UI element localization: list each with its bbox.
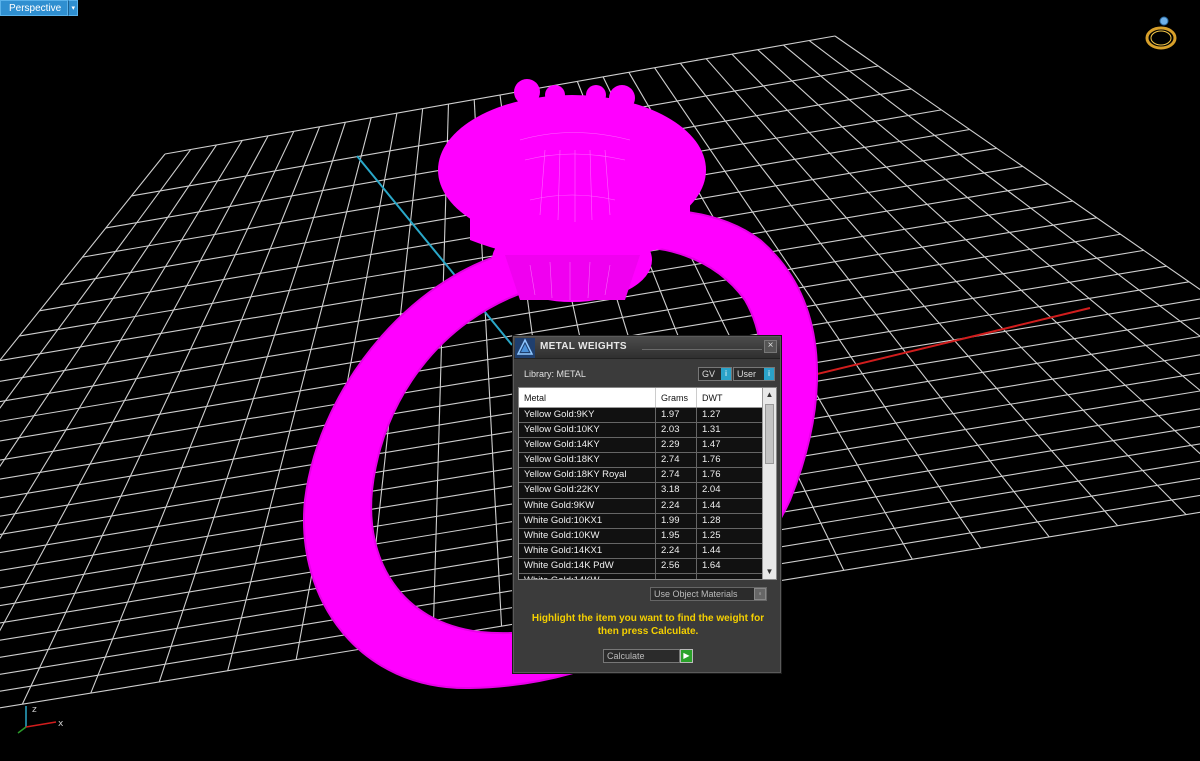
ring-icon[interactable] [1140, 12, 1182, 54]
grams-cell: 1.95 [656, 528, 697, 543]
scroll-thumb[interactable] [765, 404, 774, 464]
col-header-metal[interactable]: Metal [519, 388, 656, 407]
table-body: Yellow Gold:9KY 1.97 1.27 Yellow Gold:10KY 2… [519, 408, 763, 579]
dwt-cell: 1.25 [697, 528, 763, 543]
metal-cell: White Gold:9KW [519, 498, 656, 513]
table-row[interactable]: White Gold:9KW 2.24 1.44 [519, 498, 763, 514]
instruction-text: Highlight the item you want to find the … [531, 613, 765, 637]
table-row[interactable]: Yellow Gold:9KY 1.97 1.27 [519, 408, 763, 424]
scroll-down-icon[interactable]: ▼ [763, 565, 776, 579]
col-header-dwt[interactable]: DWT [697, 388, 763, 407]
metal-cell: Yellow Gold:22KY [519, 483, 656, 498]
use-object-materials-field[interactable]: Use Object Materials [650, 587, 767, 601]
table-row[interactable]: White Gold:14K PdW 2.56 1.64 [519, 558, 763, 575]
dwt-cell: 1.27 [697, 408, 763, 423]
viewport-name[interactable]: Perspective [0, 0, 69, 16]
calculate-field[interactable]: Calculate [603, 649, 680, 663]
calculate-button[interactable]: ▶ [680, 649, 693, 663]
table-row[interactable]: White Gold:14KX1 2.24 1.44 [519, 543, 763, 559]
title-divider [642, 349, 762, 350]
table-row[interactable]: White Gold:14KW [519, 574, 763, 579]
metal-cell: White Gold:10KX1 [519, 513, 656, 528]
metal-table[interactable]: Metal Grams DWT Yellow Gold:9KY 1.97 1.27 Y… [518, 387, 777, 580]
grams-cell: 2.24 [656, 498, 697, 513]
user-button[interactable]: User i [733, 367, 775, 381]
metal-cell: White Gold:10KW [519, 528, 656, 543]
scroll-up-icon[interactable]: ▲ [763, 388, 776, 402]
dwt-cell: 1.76 [697, 468, 763, 483]
metal-cell: Yellow Gold:18KY [519, 453, 656, 468]
metal-weights-dialog: METAL WEIGHTS × Library: METAL GV i User… [513, 336, 781, 673]
metal-cell: White Gold:14KX1 [519, 543, 656, 558]
table-row[interactable]: Yellow Gold:10KY 2.03 1.31 [519, 423, 763, 439]
table-row[interactable]: White Gold:10KW 1.95 1.25 [519, 528, 763, 544]
axis-z-label: z [32, 705, 37, 715]
dwt-cell: 1.64 [697, 558, 763, 574]
table-header: Metal Grams DWT [519, 388, 763, 408]
grams-cell: 1.97 [656, 408, 697, 423]
grams-cell: 2.24 [656, 543, 697, 558]
dwt-cell: 1.47 [697, 438, 763, 453]
dwt-cell [697, 574, 763, 579]
info-icon: i [764, 368, 774, 380]
user-label: User [737, 369, 757, 379]
dwt-cell: 1.44 [697, 543, 763, 558]
dwt-cell: 1.76 [697, 453, 763, 468]
dwt-cell: 1.28 [697, 513, 763, 528]
metal-cell: White Gold:14K PdW [519, 558, 656, 574]
table-row[interactable]: Yellow Gold:22KY 3.18 2.04 [519, 483, 763, 499]
viewport-dropdown-icon[interactable]: ▾ [68, 0, 79, 16]
gv-label: GV [702, 369, 716, 379]
grams-cell: 2.74 [656, 453, 697, 468]
grams-cell: 3.18 [656, 483, 697, 498]
dialog-titlebar[interactable]: METAL WEIGHTS × [514, 337, 780, 359]
grams-cell: 2.74 [656, 468, 697, 483]
grams-cell [656, 574, 697, 579]
dwt-cell: 2.04 [697, 483, 763, 498]
grams-cell: 2.03 [656, 423, 697, 438]
grams-cell: 1.99 [656, 513, 697, 528]
grams-cell: 2.29 [656, 438, 697, 453]
info-icon: i [721, 368, 731, 380]
metal-cell: White Gold:14KW [519, 574, 656, 579]
gv-button[interactable]: GV i [698, 367, 732, 381]
app-logo-icon [515, 338, 535, 358]
metal-cell: Yellow Gold:18KY Royal [519, 468, 656, 483]
col-header-grams[interactable]: Grams [656, 388, 697, 407]
table-row[interactable]: Yellow Gold:18KY Royal 2.74 1.76 [519, 468, 763, 484]
metal-cell: Yellow Gold:14KY [519, 438, 656, 453]
table-row[interactable]: White Gold:10KX1 1.99 1.28 [519, 513, 763, 529]
axis-x-label: x [58, 719, 64, 729]
viewport-label[interactable]: Perspective ▾ [0, 0, 79, 16]
dwt-cell: 1.31 [697, 423, 763, 438]
metal-cell: Yellow Gold:9KY [519, 408, 656, 423]
table-scrollbar[interactable]: ▲ ▼ [762, 388, 776, 579]
metal-cell: Yellow Gold:10KY [519, 423, 656, 438]
close-icon[interactable]: × [764, 340, 777, 353]
dialog-title: METAL WEIGHTS [540, 341, 627, 352]
use-object-materials-toggle[interactable]: ◦ [754, 588, 766, 600]
library-label: Library: METAL [524, 369, 586, 379]
dwt-cell: 1.44 [697, 498, 763, 513]
table-row[interactable]: Yellow Gold:14KY 2.29 1.47 [519, 438, 763, 454]
grams-cell: 2.56 [656, 558, 697, 574]
table-row[interactable]: Yellow Gold:18KY 2.74 1.76 [519, 453, 763, 469]
